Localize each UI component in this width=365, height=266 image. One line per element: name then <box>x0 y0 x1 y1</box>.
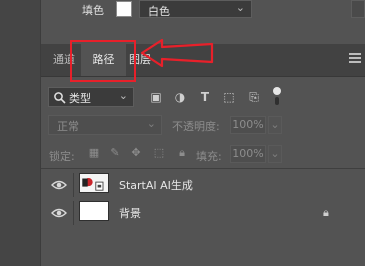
layer-row[interactable]: StartAI AI生成 <box>41 171 365 199</box>
annotation-highlight-box <box>70 40 136 82</box>
layer-name: 背景 <box>119 207 141 220</box>
layer-lock-icon: 🔒︎ <box>323 206 329 219</box>
fill-color-value: 白色 <box>148 5 170 18</box>
blend-mode-value: 正常 <box>57 120 79 133</box>
search-icon <box>54 92 66 104</box>
panel-menu-icon[interactable] <box>349 53 361 65</box>
annotation-arrow-icon <box>140 38 214 68</box>
lock-artboard-icon[interactable]: ⬚ <box>152 146 166 160</box>
lock-label: 锁定: <box>49 150 75 163</box>
visibility-eye-icon[interactable] <box>51 179 67 191</box>
divider <box>41 168 365 169</box>
smart-object-badge-icon <box>82 178 104 191</box>
divider <box>73 173 74 197</box>
visibility-eye-icon[interactable] <box>51 207 67 219</box>
filter-kind-label: 类型 <box>69 92 91 105</box>
fill-opacity-label: 填充: <box>196 150 222 163</box>
image-filter-icon[interactable]: ▣ <box>148 89 164 105</box>
layer-thumbnail <box>79 173 109 193</box>
smart-object-filter-icon[interactable]: ⎘ <box>246 89 262 105</box>
layer-filter-select[interactable]: 类型 ⌄ <box>48 87 134 107</box>
shape-filter-icon[interactable]: ⬚ <box>221 89 237 105</box>
fill-color-select[interactable]: 白色 ⌄ <box>139 0 252 18</box>
adjustment-filter-icon[interactable]: ◑ <box>172 89 188 105</box>
chevron-down-icon: ⌄ <box>146 117 156 130</box>
opacity-input[interactable]: 100% <box>230 116 266 134</box>
lock-position-icon[interactable]: ✥ <box>129 146 143 160</box>
fill-opacity-input[interactable]: 100% <box>230 145 266 163</box>
layer-thumbnail <box>79 201 109 221</box>
divider <box>73 201 74 225</box>
lock-all-icon[interactable]: 🔒︎ <box>175 146 189 160</box>
fill-color-swatch[interactable] <box>116 1 132 17</box>
layer-name: StartAI AI生成 <box>119 179 193 192</box>
panel-control[interactable] <box>351 0 365 18</box>
fill-opacity-dropdown-icon[interactable]: ⌄ <box>268 145 282 163</box>
chevron-down-icon: ⌄ <box>235 1 245 14</box>
left-toolbar-strip <box>0 0 40 266</box>
type-filter-icon[interactable]: T <box>197 89 213 105</box>
lock-image-pixels-icon[interactable]: ✎ <box>108 146 122 160</box>
opacity-label: 不透明度: <box>172 120 220 133</box>
opacity-dropdown-icon[interactable]: ⌄ <box>268 116 282 134</box>
fill-label: 填色 <box>82 4 104 17</box>
blend-mode-select[interactable]: 正常 ⌄ <box>48 115 162 135</box>
filter-toggle-icon[interactable] <box>272 86 282 106</box>
lock-transparent-pixels-icon[interactable]: ▦ <box>87 146 101 160</box>
chevron-down-icon: ⌄ <box>118 89 128 102</box>
layer-row[interactable]: 背景 🔒︎ <box>41 199 365 227</box>
